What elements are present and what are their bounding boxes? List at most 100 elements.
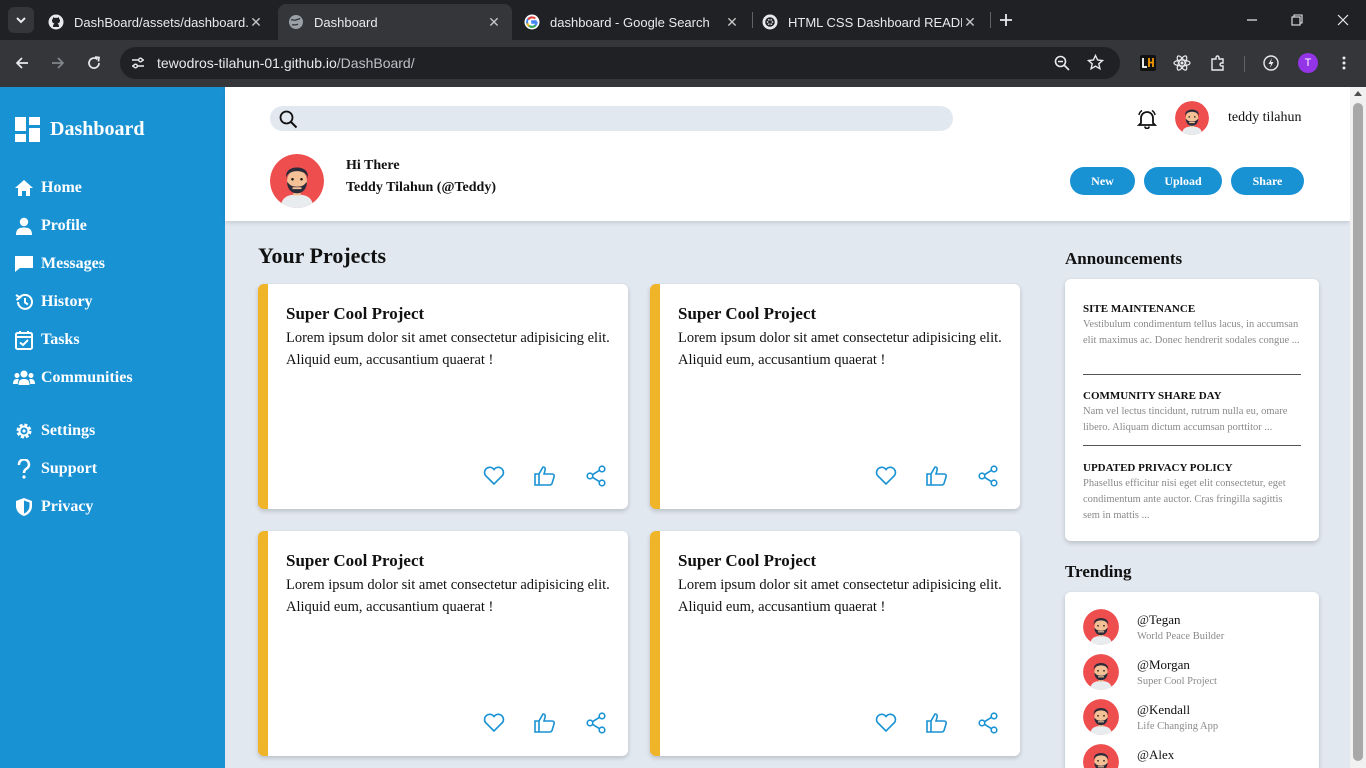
tab-search-button[interactable] — [8, 7, 34, 33]
url-host: tewodros-tilahun-01.github.io — [157, 55, 337, 71]
minimize-button[interactable] — [1242, 10, 1262, 30]
project-card-description: Lorem ipsum dolor sit amet consectetur a… — [678, 330, 1002, 368]
tab-google-search[interactable]: dashboard - Google Search ✕ — [514, 4, 750, 40]
project-card-description: Lorem ipsum dolor sit amet consectetur a… — [286, 577, 610, 615]
share-project-button[interactable] — [584, 711, 608, 735]
announcement-text: Nam vel lectus tincidunt, rutrum nulla e… — [1083, 406, 1288, 433]
bookmark-star-icon[interactable] — [1086, 53, 1105, 76]
new-tab-button[interactable] — [996, 10, 1016, 30]
extensions-button[interactable] — [1207, 52, 1229, 74]
like-button[interactable] — [925, 711, 949, 735]
project-card-title: Super Cool Project — [678, 304, 817, 323]
project-card[interactable]: Super Cool Project Lorem ipsum dolor sit… — [650, 284, 1020, 509]
sidebar-item-label: History — [41, 293, 93, 310]
site-info-icon[interactable] — [130, 55, 146, 76]
sidebar-item-support[interactable]: Support — [13, 458, 97, 480]
trending-project: World Peace Builder — [1137, 631, 1225, 642]
upload-button[interactable]: Upload — [1144, 167, 1222, 195]
tab-dashboard[interactable]: Dashboard ✕ — [278, 4, 512, 40]
zoom-icon[interactable] — [1054, 55, 1070, 76]
thumbs-up-icon — [926, 466, 947, 486]
sidebar-item-label: Home — [41, 179, 82, 196]
restore-button[interactable] — [1287, 10, 1307, 30]
github-icon — [48, 14, 64, 30]
greeting-text: Hi There — [346, 158, 400, 173]
sidebar-item-history[interactable]: History — [13, 291, 93, 313]
announcement-item[interactable]: COMMUNITY SHARE DAY Nam vel lectus tinci… — [1083, 390, 1301, 436]
sidebar-item-settings[interactable]: Settings — [13, 420, 95, 442]
sidebar-item-tasks[interactable]: Tasks — [13, 329, 80, 351]
project-card-title: Super Cool Project — [286, 551, 425, 570]
notifications-button[interactable] — [1136, 109, 1158, 130]
like-button[interactable] — [533, 464, 557, 488]
sidebar-item-communities[interactable]: Communities — [13, 367, 133, 389]
project-card[interactable]: Super Cool Project Lorem ipsum dolor sit… — [258, 531, 628, 756]
project-card[interactable]: Super Cool Project Lorem ipsum dolor sit… — [258, 284, 628, 509]
sidebar-item-label: Privacy — [41, 498, 94, 515]
favorite-button[interactable] — [482, 711, 506, 735]
url-path: /DashBoard/ — [336, 55, 415, 71]
reload-icon — [88, 56, 100, 69]
favorite-button[interactable] — [482, 464, 506, 488]
plus-icon — [1000, 14, 1012, 26]
share-project-button[interactable] — [584, 464, 608, 488]
project-card[interactable]: Super Cool Project Lorem ipsum dolor sit… — [650, 531, 1020, 756]
announcement-title: SITE MAINTENANCE — [1083, 303, 1196, 315]
tab-github[interactable]: DashBoard/assets/dashboard.png ✕ — [38, 4, 274, 40]
sidebar: Dashboard Home Profile Messages History … — [0, 87, 225, 768]
close-window-button[interactable] — [1333, 10, 1353, 30]
calendar-check-icon — [13, 329, 35, 351]
sidebar-item-home[interactable]: Home — [13, 177, 82, 199]
avatar-illustration — [1083, 744, 1119, 768]
header: teddy tilahun Hi There Teddy Tilahun (@T… — [225, 87, 1350, 221]
announcement-item[interactable]: SITE MAINTENANCE Vestibulum condimentum … — [1083, 303, 1301, 349]
address-bar[interactable]: tewodros-tilahun-01.github.io/DashBoard/ — [120, 47, 1120, 79]
favorite-button[interactable] — [874, 711, 898, 735]
announcement-text: Vestibulum condimentum tellus lacus, in … — [1083, 319, 1300, 346]
close-icon[interactable]: ✕ — [724, 14, 740, 30]
scroll-up-arrow[interactable] — [1354, 91, 1362, 96]
trending-item[interactable]: @Kendall Life Changing App — [1083, 699, 1303, 739]
back-button[interactable] — [11, 52, 33, 74]
forward-button[interactable] — [47, 52, 69, 74]
close-icon[interactable]: ✕ — [962, 14, 978, 30]
dashboard-icon — [15, 117, 40, 142]
avatar[interactable] — [1175, 101, 1209, 135]
search-input[interactable] — [270, 106, 953, 131]
scroll-thumb[interactable] — [1353, 103, 1363, 761]
projects-title: Your Projects — [258, 243, 387, 268]
avatar — [1083, 744, 1119, 768]
share-project-button[interactable] — [976, 464, 1000, 488]
browser-menu-button[interactable] — [1333, 52, 1355, 74]
brand[interactable]: Dashboard — [15, 117, 144, 142]
close-icon[interactable]: ✕ — [486, 14, 502, 30]
browser-toolbar: tewodros-tilahun-01.github.io/DashBoard/… — [0, 40, 1366, 87]
reload-button[interactable] — [83, 52, 105, 74]
tab-title: dashboard - Google Search — [550, 14, 710, 30]
shield-icon — [13, 496, 35, 518]
heart-icon — [483, 466, 505, 486]
extension-lighthouse[interactable] — [1137, 52, 1159, 74]
close-icon[interactable]: ✕ — [248, 14, 264, 30]
profile-button[interactable]: T — [1297, 52, 1319, 74]
announcement-item[interactable]: UPDATED PRIVACY POLICY Phasellus efficit… — [1083, 462, 1301, 524]
tab-readme[interactable]: HTML CSS Dashboard README ✕ — [752, 4, 988, 40]
page-scrollbar[interactable] — [1350, 87, 1366, 768]
toolbar-separator — [1244, 56, 1245, 72]
trending-panel: @Tegan World Peace Builder @Morgan Super… — [1065, 592, 1319, 768]
sidebar-item-profile[interactable]: Profile — [13, 215, 87, 237]
sidebar-item-privacy[interactable]: Privacy — [13, 496, 93, 518]
header-username[interactable]: teddy tilahun — [1228, 110, 1302, 126]
extension-react[interactable] — [1171, 52, 1193, 74]
new-button[interactable]: New — [1070, 167, 1135, 195]
share-button[interactable]: Share — [1231, 167, 1304, 195]
performance-button[interactable] — [1260, 52, 1282, 74]
trending-item[interactable]: @Tegan World Peace Builder — [1083, 609, 1303, 649]
like-button[interactable] — [533, 711, 557, 735]
like-button[interactable] — [925, 464, 949, 488]
trending-item[interactable]: @Morgan Super Cool Project — [1083, 654, 1303, 694]
sidebar-item-messages[interactable]: Messages — [13, 253, 105, 275]
favorite-button[interactable] — [874, 464, 898, 488]
share-project-button[interactable] — [976, 711, 1000, 735]
trending-item[interactable]: @Alex — [1083, 744, 1303, 768]
